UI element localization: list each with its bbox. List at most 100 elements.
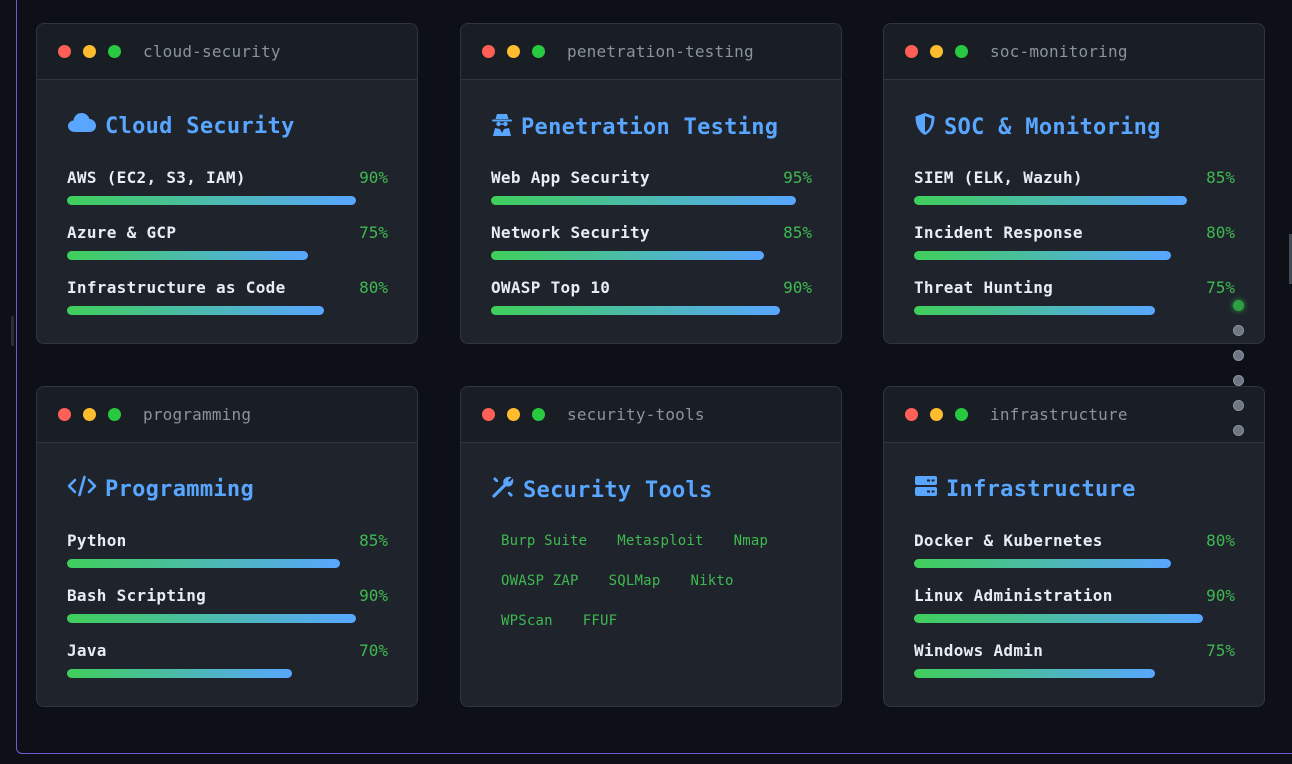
window-titlebar: cloud-security — [37, 24, 417, 80]
progress-fill — [914, 306, 1155, 315]
minimize-dot — [507, 45, 520, 58]
card-heading-text: Cloud Security — [105, 113, 295, 139]
tool-tag[interactable]: Burp Suite — [491, 525, 597, 557]
tool-tag[interactable]: Metasploit — [607, 525, 713, 557]
nav-dot[interactable] — [1233, 350, 1244, 361]
card-heading: Cloud Security — [67, 112, 295, 140]
minimize-dot — [83, 408, 96, 421]
skill-name: Python — [67, 531, 127, 550]
skill-percent: 80% — [1206, 223, 1235, 242]
nav-dot[interactable] — [1233, 300, 1244, 311]
progress-bar — [67, 614, 388, 623]
tool-tag[interactable]: OWASP ZAP — [491, 565, 589, 597]
nav-dot[interactable] — [1233, 400, 1244, 411]
card-heading-text: Programming — [105, 476, 254, 502]
card-heading-text: Penetration Testing — [521, 114, 779, 140]
progress-fill — [67, 251, 308, 260]
window-titlebar: soc-monitoring — [884, 24, 1264, 80]
maximize-dot — [108, 408, 121, 421]
card-heading: Infrastructure — [914, 475, 1136, 503]
skill-name: Windows Admin — [914, 641, 1044, 660]
tool-tag[interactable]: Nikto — [680, 565, 743, 597]
shield-icon — [914, 112, 944, 142]
skill-percent: 85% — [783, 223, 812, 242]
minimize-dot — [930, 45, 943, 58]
cloud-icon — [67, 112, 105, 140]
maximize-dot — [955, 45, 968, 58]
skill-percent: 75% — [1206, 278, 1235, 297]
progress-bar — [491, 306, 812, 315]
progress-bar — [67, 306, 388, 315]
progress-fill — [914, 251, 1171, 260]
window-title: programming — [143, 405, 252, 424]
window-title: penetration-testing — [567, 42, 754, 61]
tool-tags: Burp Suite Metasploit Nmap OWASP ZAP SQL… — [491, 525, 821, 645]
skill-percent: 90% — [783, 278, 812, 297]
progress-fill — [67, 306, 324, 315]
tool-tag[interactable]: SQLMap — [599, 565, 671, 597]
skill-item: Web App Security 95% — [491, 168, 812, 205]
skill-name: Azure & GCP — [67, 223, 177, 242]
nav-dot[interactable] — [1233, 375, 1244, 386]
progress-fill — [67, 614, 356, 623]
skill-item: Bash Scripting 90% — [67, 586, 388, 623]
code-icon — [67, 475, 105, 503]
progress-bar — [67, 669, 388, 678]
card-heading: Programming — [67, 475, 254, 503]
card-infrastructure: infrastructure Infrastructure Docker & K… — [883, 386, 1265, 707]
progress-fill — [491, 196, 796, 205]
close-dot — [905, 45, 918, 58]
progress-bar — [914, 559, 1235, 568]
skill-percent: 75% — [1206, 641, 1235, 660]
section-nav-dots — [1233, 300, 1244, 450]
window-titlebar: infrastructure — [884, 387, 1264, 443]
skill-item: Java 70% — [67, 641, 388, 678]
tool-tag[interactable]: Nmap — [724, 525, 779, 557]
progress-bar — [67, 196, 388, 205]
skill-name: Infrastructure as Code — [67, 278, 286, 297]
skill-item: Linux Administration 90% — [914, 586, 1235, 623]
skill-name: Network Security — [491, 223, 650, 242]
window-title: soc-monitoring — [990, 42, 1128, 61]
minimize-dot — [83, 45, 96, 58]
progress-bar — [914, 614, 1235, 623]
skill-name: Bash Scripting — [67, 586, 207, 605]
window-title: security-tools — [567, 405, 705, 424]
nav-dot[interactable] — [1233, 325, 1244, 336]
card-heading: Security Tools — [491, 475, 713, 505]
skill-percent: 95% — [783, 168, 812, 187]
skill-item: Network Security 85% — [491, 223, 812, 260]
maximize-dot — [108, 45, 121, 58]
card-security-tools: security-tools Security Tools Burp Suite… — [460, 386, 842, 707]
nav-dot[interactable] — [1233, 425, 1244, 436]
progress-bar — [67, 251, 388, 260]
progress-fill — [914, 669, 1155, 678]
close-dot — [905, 408, 918, 421]
skill-percent: 90% — [359, 168, 388, 187]
maximize-dot — [532, 45, 545, 58]
card-heading: Penetration Testing — [491, 112, 778, 142]
minimize-dot — [507, 408, 520, 421]
window-titlebar: security-tools — [461, 387, 841, 443]
maximize-dot — [532, 408, 545, 421]
progress-fill — [67, 559, 340, 568]
skill-percent: 85% — [1206, 168, 1235, 187]
tool-tag[interactable]: FFUF — [573, 605, 628, 637]
skill-item: OWASP Top 10 90% — [491, 278, 812, 315]
card-heading-text: Security Tools — [523, 477, 713, 503]
skill-item: SIEM (ELK, Wazuh) 85% — [914, 168, 1235, 205]
progress-fill — [67, 669, 292, 678]
skill-name: OWASP Top 10 — [491, 278, 611, 297]
minimize-dot — [930, 408, 943, 421]
skill-item: Threat Hunting 75% — [914, 278, 1235, 315]
skill-percent: 85% — [359, 531, 388, 550]
left-resize-handle[interactable] — [11, 316, 14, 346]
tool-tag[interactable]: WPScan — [491, 605, 563, 637]
skill-item: AWS (EC2, S3, IAM) 90% — [67, 168, 388, 205]
skill-percent: 75% — [359, 223, 388, 242]
window-titlebar: penetration-testing — [461, 24, 841, 80]
close-dot — [58, 45, 71, 58]
skill-name: SIEM (ELK, Wazuh) — [914, 168, 1083, 187]
skill-item: Python 85% — [67, 531, 388, 568]
progress-fill — [914, 196, 1187, 205]
